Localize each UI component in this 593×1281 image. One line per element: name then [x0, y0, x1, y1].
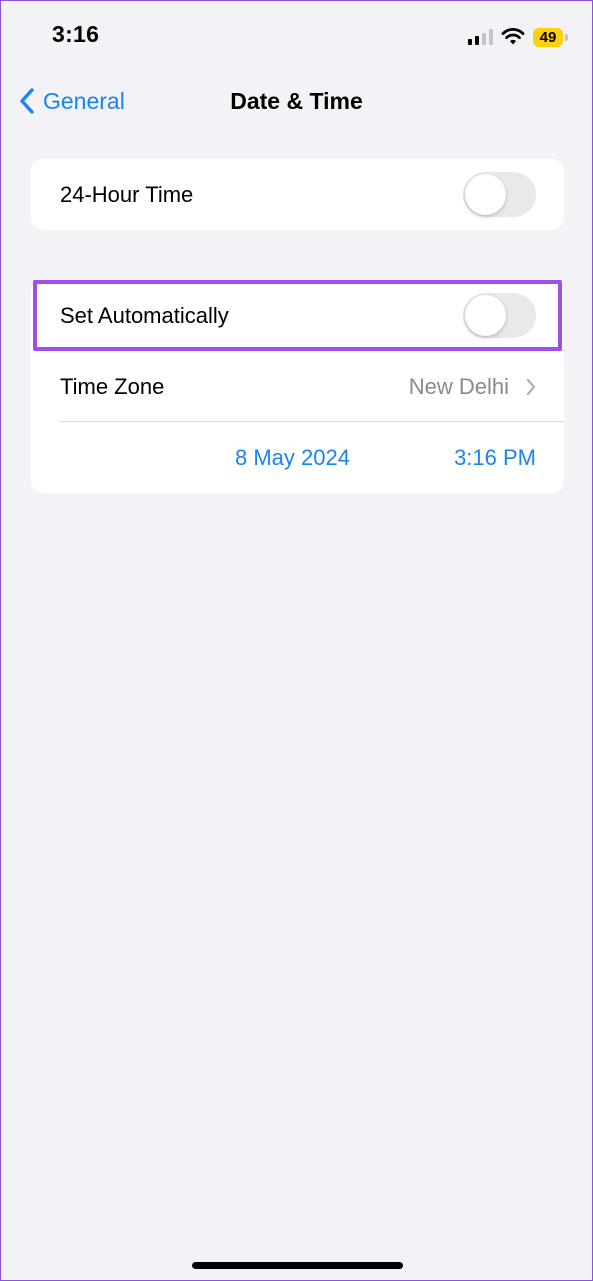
timezone-value: New Delhi	[408, 373, 509, 399]
page-title: Date & Time	[230, 88, 363, 114]
date-time-row: 8 May 2024 3:16 PM	[31, 422, 564, 493]
signal-icon	[468, 29, 493, 45]
date-time-group: Set Automatically Time Zone New Delhi 8 …	[31, 280, 564, 493]
settings-screen: 3:16 49 General Date & Time 24-Hour Time…	[0, 0, 593, 1281]
toggle-knob	[465, 174, 506, 215]
set-auto-toggle[interactable]	[463, 293, 536, 338]
wifi-icon	[501, 28, 525, 45]
status-time: 3:16	[52, 21, 100, 47]
battery-icon: 49	[533, 27, 563, 47]
battery-cap	[565, 33, 568, 41]
time-button[interactable]: 3:16 PM	[454, 445, 536, 471]
timezone-row[interactable]: Time Zone New Delhi	[31, 351, 564, 422]
hour24-toggle[interactable]	[463, 172, 536, 217]
hour24-row: 24-Hour Time	[31, 159, 564, 230]
status-icons: 49	[468, 26, 568, 48]
chevron-right-icon	[526, 378, 536, 396]
hour24-label: 24-Hour Time	[60, 181, 194, 207]
battery-level: 49	[539, 28, 557, 46]
home-indicator	[192, 1262, 403, 1269]
time-format-group: 24-Hour Time	[31, 159, 564, 230]
date-button[interactable]: 8 May 2024	[235, 445, 350, 471]
set-auto-row: Set Automatically	[31, 280, 564, 351]
set-auto-label: Set Automatically	[60, 302, 229, 328]
timezone-label: Time Zone	[60, 373, 165, 399]
toggle-knob	[465, 295, 506, 336]
